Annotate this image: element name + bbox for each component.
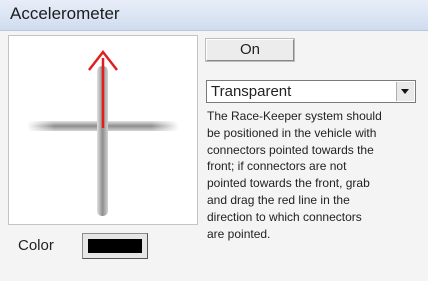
orientation-graphic [27, 49, 179, 216]
direction-arrow-icon [88, 49, 118, 128]
color-label: Color [18, 237, 54, 254]
transparency-dropdown[interactable]: Transparent [206, 80, 416, 103]
instructions-line: and drag the red line in the [207, 192, 350, 207]
on-toggle-button[interactable]: On [206, 39, 294, 61]
color-swatch-fill [88, 239, 142, 253]
instructions-line: pointed towards the front, grab [207, 176, 370, 191]
dropdown-value: Transparent [211, 83, 292, 100]
instructions-line: connectors pointed towards the [207, 142, 374, 157]
instructions-line: The Race-Keeper system should [207, 109, 382, 123]
instructions-text: The Race-Keeper system should be positio… [207, 108, 428, 242]
dropdown-arrow-icon[interactable] [396, 82, 414, 101]
instructions-line: front; if connectors are not [207, 159, 347, 174]
instructions-line: be positioned in the vehicle with [207, 125, 377, 140]
instructions-line: direction to which connectors [207, 209, 362, 224]
color-picker-button[interactable] [82, 233, 148, 259]
orientation-preview[interactable] [8, 35, 198, 225]
panel-header: Accelerometer [0, 0, 428, 31]
instructions-line: are pointed. [207, 226, 271, 241]
panel-title: Accelerometer [10, 4, 120, 23]
